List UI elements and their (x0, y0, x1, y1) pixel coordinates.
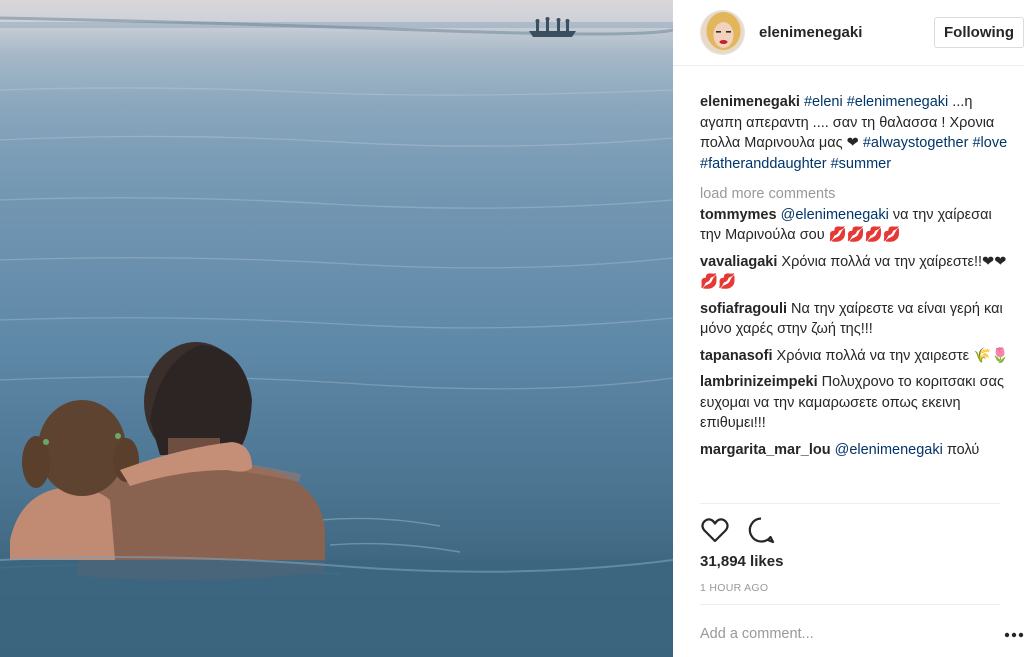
caption: elenimenegaki #eleni #elenimenegaki ...η… (700, 92, 1010, 174)
heart-emoji: ❤ (846, 135, 859, 151)
add-comment-bar (673, 604, 1024, 657)
speech-bubble-icon[interactable] (746, 515, 776, 545)
mention-link[interactable]: @elenimenegaki (835, 442, 943, 458)
post-photo (0, 0, 673, 657)
likes-count[interactable]: 31,894 likes (700, 553, 783, 570)
add-comment-input[interactable] (700, 622, 980, 646)
comment-item: sofiafragouli Να την χαίρεστε να είναι γ… (700, 299, 1010, 340)
post-timestamp[interactable]: 1 HOUR AGO (700, 582, 768, 594)
divider (700, 503, 1000, 504)
header-username[interactable]: elenimenegaki (759, 24, 862, 41)
comment-item: lambrinizeimpeki Πολυχρονο το κοριτσακι … (700, 372, 1010, 434)
caption-username[interactable]: elenimenegaki (700, 94, 800, 110)
post-header: elenimenegaki Following (673, 0, 1024, 66)
comment-item: margarita_mar_lou @elenimenegaki πολύ (700, 440, 1010, 461)
avatar-image (701, 11, 744, 54)
comment-username[interactable]: vavaliagaki (700, 254, 777, 270)
load-more-comments-link[interactable]: load more comments (700, 184, 1010, 205)
sea-scene-image (0, 16, 673, 657)
comment-username[interactable]: tommymes (700, 207, 777, 223)
post-sidebar: elenimenegaki Following elenimenegaki #e… (673, 0, 1024, 657)
comment-item: tapanasofi Χρόνια πολλά να την χαιρεστε … (700, 346, 1010, 367)
hashtag-link[interactable]: #fatheranddaughter (700, 156, 827, 172)
avatar[interactable] (700, 10, 745, 55)
comment-username[interactable]: tapanasofi (700, 348, 773, 364)
comment-item: vavaliagaki Χρόνια πολλά να την χαίρεστε… (700, 252, 1010, 293)
hashtag-link[interactable]: #eleni (804, 94, 843, 110)
comment-text: Χρόνια πολλά να την χαιρεστε 🌾🌷 (772, 347, 1010, 364)
hashtag-link[interactable]: #elenimenegaki (847, 94, 949, 110)
heart-outline-icon[interactable] (700, 515, 730, 545)
hashtag-link[interactable]: #alwaystogether (863, 135, 969, 151)
hashtag-link[interactable]: #love (972, 135, 1007, 151)
hashtag-link[interactable]: #summer (831, 156, 891, 172)
action-bar (700, 515, 776, 545)
three-dots-icon[interactable] (1004, 627, 1024, 638)
comment-username[interactable]: lambrinizeimpeki (700, 374, 818, 390)
comment-username[interactable]: margarita_mar_lou (700, 442, 831, 458)
comments-list: elenimenegaki #eleni #elenimenegaki ...η… (700, 92, 1010, 466)
following-button[interactable]: Following (934, 17, 1024, 48)
comment-item: tommymes @elenimenegaki να την χαίρεσαι … (700, 205, 1010, 246)
divider (700, 604, 1000, 605)
comment-username[interactable]: sofiafragouli (700, 301, 787, 317)
comment-text: πολύ (942, 441, 980, 458)
mention-link[interactable]: @elenimenegaki (781, 207, 889, 223)
